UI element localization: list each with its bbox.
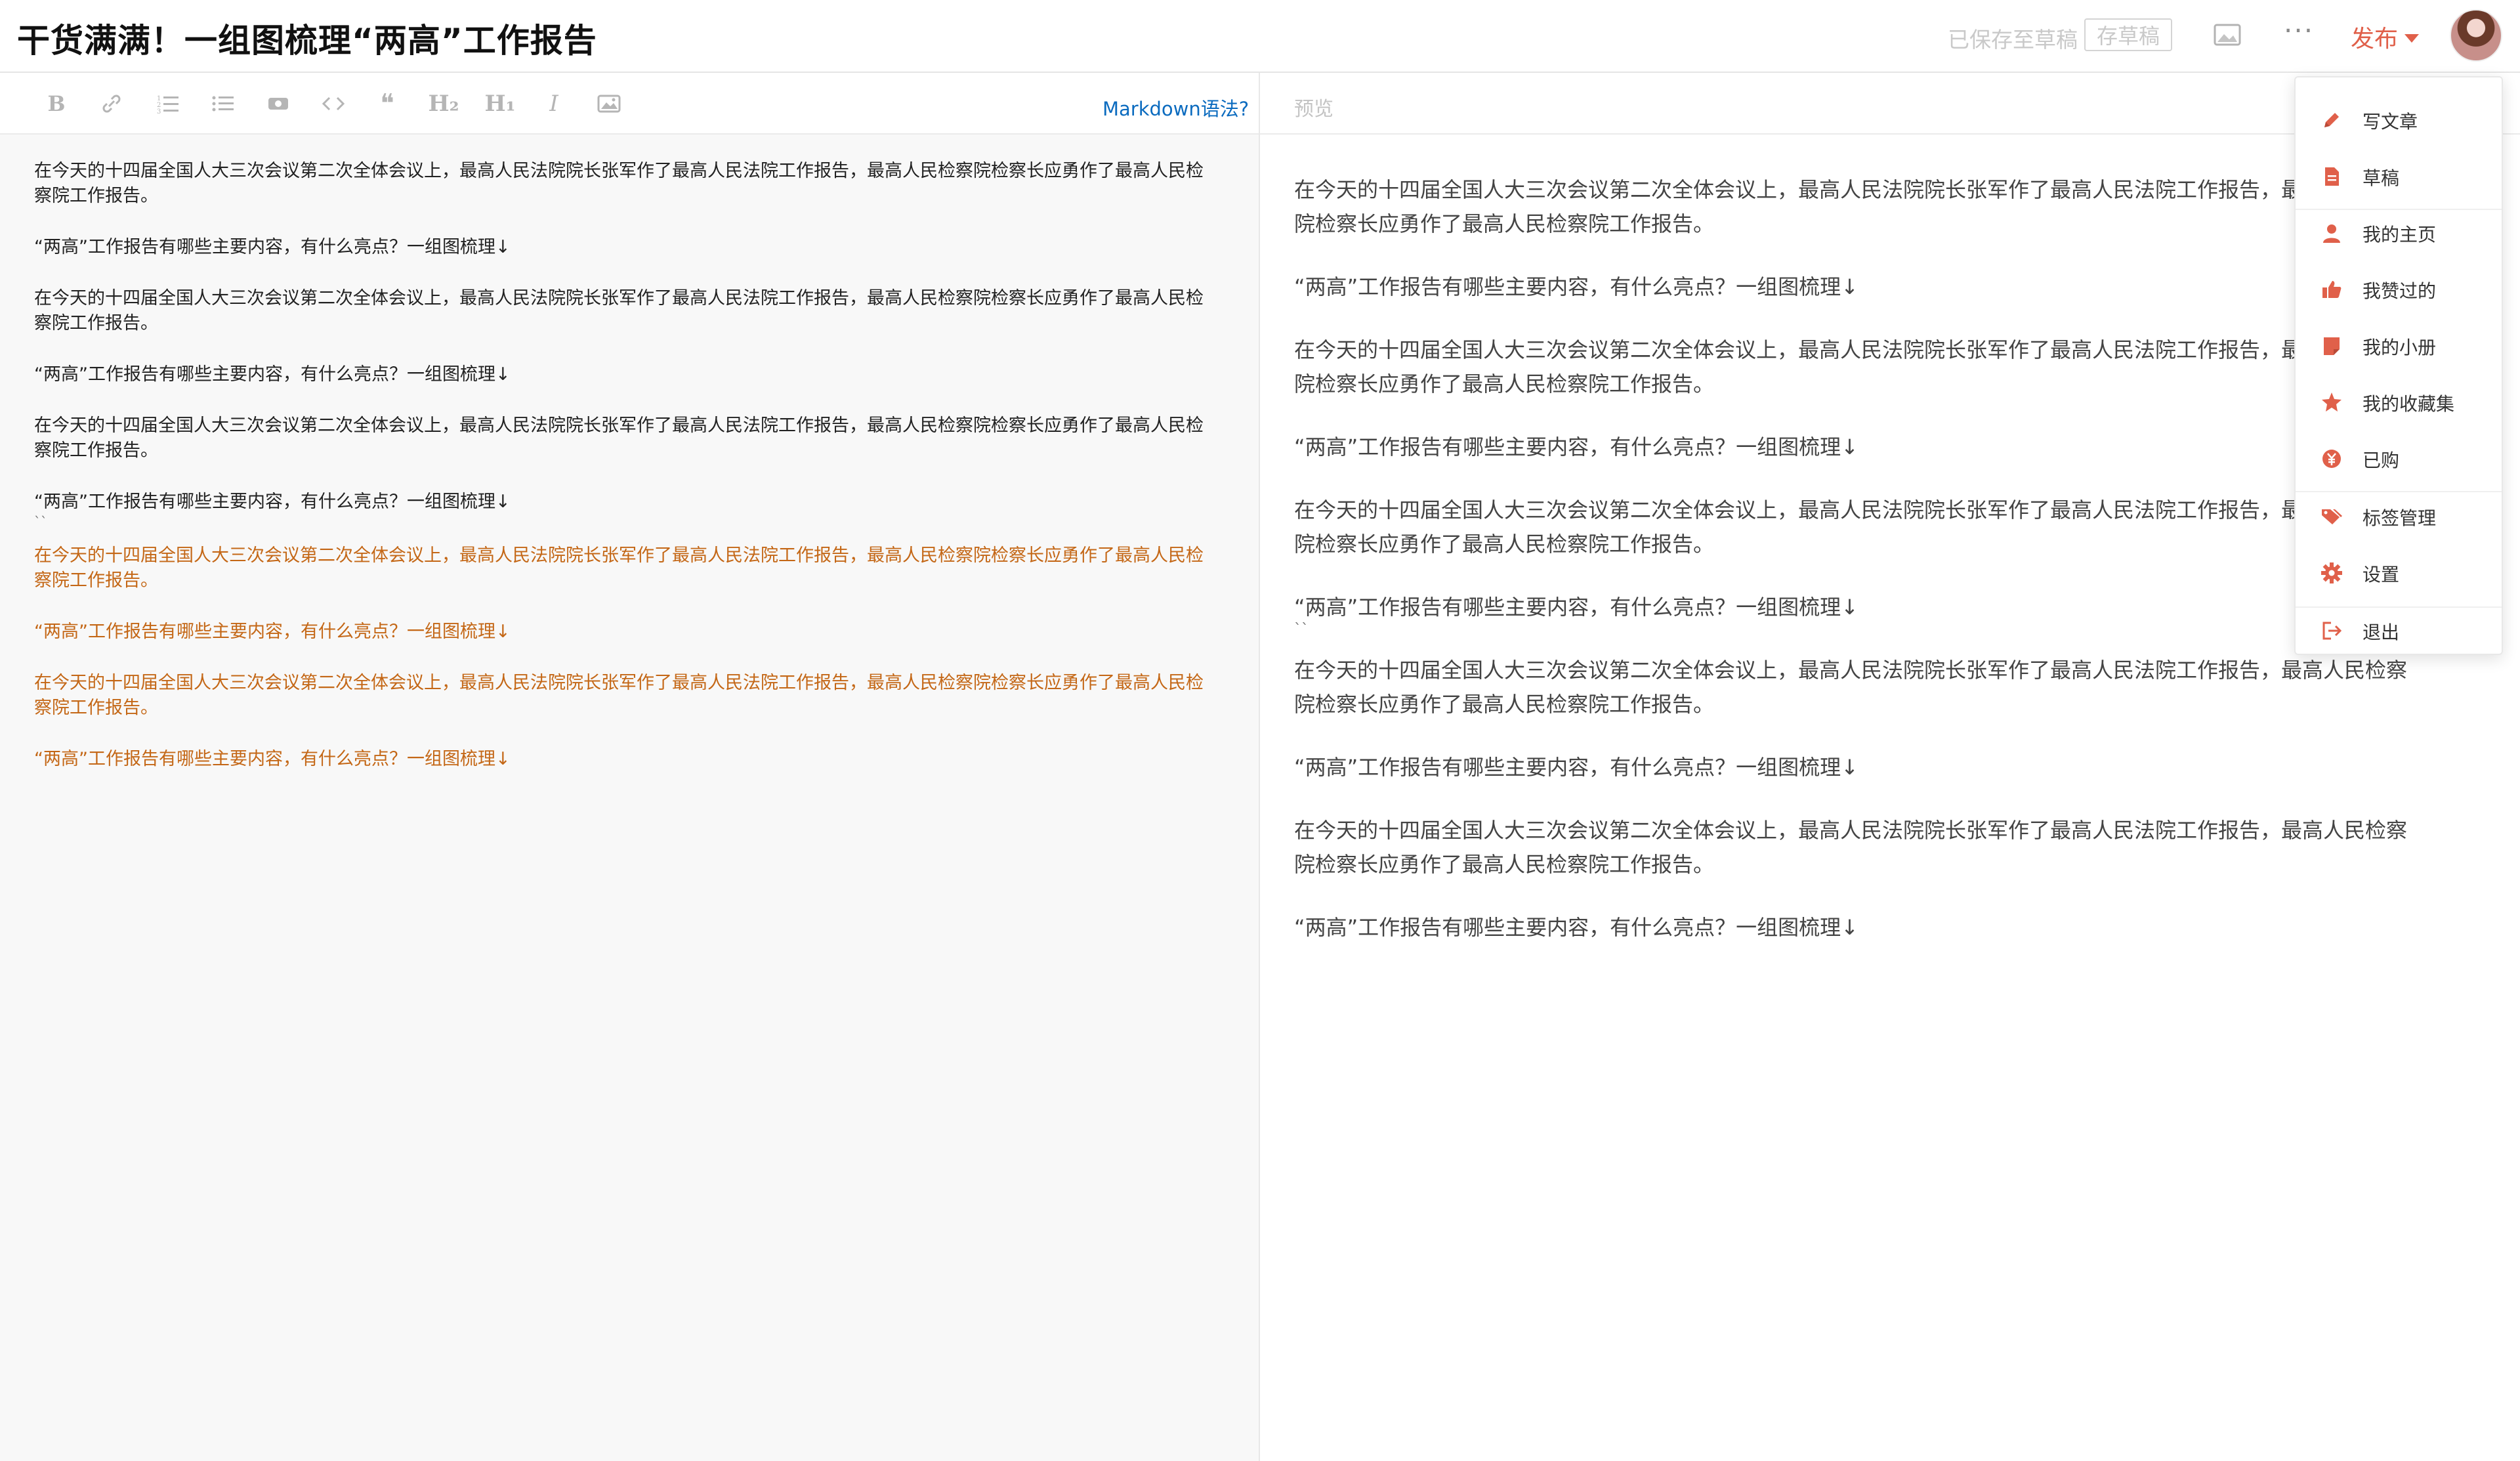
top-header: 干货满满！一组图梳理“两高”工作报告 已保存至草稿 存草稿 ··· 发布 (0, 0, 2520, 73)
preview-paragraph: “两高”工作报告有哪些主要内容，有什么亮点？一组图梳理↓ (1294, 274, 1858, 299)
svg-text:3: 3 (157, 108, 161, 116)
image-icon[interactable] (591, 87, 627, 120)
preview-paragraph: 在今天的十四届全国人大三次会议第二次全体会议上，最高人民法院院长张军作了最高人民… (1294, 337, 2408, 396)
logout-icon (2322, 622, 2342, 640)
pencil-icon (2324, 113, 2339, 127)
publish-label: 发布 (2351, 26, 2399, 53)
preview-content: 在今天的十四届全国人大三次会议第二次全体会议上，最高人民法院院长张军作了最高人民… (1294, 173, 2423, 973)
bold-icon[interactable]: B (38, 87, 75, 120)
editor-toolbar: B 123 ❝ H₂ H₁ I Markdown语法? (0, 73, 1259, 135)
user-icon (2323, 224, 2340, 243)
menu-item-my-homepage[interactable]: 我的主页 (2296, 210, 2502, 256)
user-dropdown-menu: 写文章 草稿 我的主页 我赞过的 我的小册 我的收藏集 已购 标签管理 设置 退… (2294, 76, 2503, 655)
italic-icon[interactable]: I (536, 87, 572, 120)
unordered-list-icon[interactable] (205, 87, 242, 120)
menu-item-label: 设置 (2362, 564, 2400, 585)
editor-paragraph-highlighted: 在今天的十四届全国人大三次会议第二次全体会议上，最高人民法院院长张军作了最高人民… (34, 545, 1204, 591)
markdown-editor-pane: B 123 ❝ H₂ H₁ I Markdown语法? 在今天的十四届全国人大三… (0, 73, 1260, 1461)
editor-backtick-mark: `` (34, 514, 47, 530)
menu-item-label: 我的收藏集 (2362, 393, 2455, 415)
thumbs-up-icon (2322, 281, 2342, 298)
menu-item-settings[interactable]: 设置 (2296, 550, 2502, 596)
editor-paragraph: 在今天的十四届全国人大三次会议第二次全体会议上，最高人民法院院长张军作了最高人民… (34, 415, 1204, 461)
quote-icon[interactable]: ❝ (369, 87, 406, 120)
booklet-icon (2324, 337, 2340, 355)
ordered-list-icon[interactable]: 123 (150, 87, 186, 120)
chevron-down-icon (2404, 33, 2420, 43)
star-icon (2322, 392, 2342, 412)
save-draft-button[interactable]: 存草稿 (2084, 18, 2172, 51)
menu-item-tag-management[interactable]: 标签管理 (2296, 494, 2502, 540)
menu-item-label: 我的小册 (2362, 337, 2437, 358)
editor-paragraph: “两高”工作报告有哪些主要内容，有什么亮点？一组图梳理↓ (34, 492, 511, 512)
menu-item-label: 我的主页 (2362, 224, 2437, 245)
preview-label: 预览 (1294, 98, 1334, 121)
image-upload-icon[interactable] (2214, 24, 2241, 46)
menu-item-write-article[interactable]: 写文章 (2296, 97, 2502, 143)
preview-backtick-mark: `` (1294, 622, 1309, 638)
markdown-textarea[interactable]: 在今天的十四届全国人大三次会议第二次全体会议上，最高人民法院院长张军作了最高人民… (34, 159, 1215, 798)
menu-item-label: 草稿 (2362, 167, 2400, 189)
avatar[interactable] (2450, 9, 2502, 62)
heading-2-icon[interactable]: H₂ (425, 87, 462, 120)
menu-item-liked[interactable]: 我赞过的 (2296, 266, 2502, 312)
code-icon[interactable] (315, 87, 352, 120)
menu-item-logout[interactable]: 退出 (2296, 608, 2502, 654)
preview-paragraph: “两高”工作报告有哪些主要内容，有什么亮点？一组图梳理↓ (1294, 755, 1858, 780)
gear-icon (2321, 562, 2342, 583)
menu-item-booklets[interactable]: 我的小册 (2296, 323, 2502, 369)
menu-divider (2296, 491, 2502, 492)
editor-paragraph-highlighted: “两高”工作报告有哪些主要内容，有什么亮点？一组图梳理↓ (34, 749, 511, 769)
menu-item-purchased[interactable]: 已购 (2296, 436, 2502, 482)
preview-paragraph: 在今天的十四届全国人大三次会议第二次全体会议上，最高人民法院院长张军作了最高人民… (1294, 818, 2408, 877)
menu-item-label: 已购 (2362, 450, 2400, 471)
tag-icon (2322, 509, 2342, 524)
menu-item-collections[interactable]: 我的收藏集 (2296, 379, 2502, 425)
editor-paragraph: 在今天的十四届全国人大三次会议第二次全体会议上，最高人民法院院长张军作了最高人民… (34, 288, 1204, 333)
menu-item-label: 写文章 (2362, 111, 2418, 133)
preview-paragraph: “两高”工作报告有哪些主要内容，有什么亮点？一组图梳理↓ (1294, 595, 1858, 620)
heading-1-icon[interactable]: H₁ (482, 87, 518, 120)
preview-paragraph: “两高”工作报告有哪些主要内容，有什么亮点？一组图梳理↓ (1294, 434, 1858, 459)
saved-status-text: 已保存至草稿 (1948, 27, 2078, 53)
editor-paragraph: 在今天的十四届全国人大三次会议第二次全体会议上，最高人民法院院长张军作了最高人民… (34, 161, 1204, 206)
editor-paragraph: “两高”工作报告有哪些主要内容，有什么亮点？一组图梳理↓ (34, 364, 511, 385)
yuan-coin-icon (2322, 450, 2341, 468)
preview-eye-icon[interactable] (260, 87, 297, 120)
preview-paragraph: 在今天的十四届全国人大三次会议第二次全体会议上，最高人民法院院长张军作了最高人民… (1294, 498, 2408, 557)
editor-paragraph-highlighted: 在今天的十四届全国人大三次会议第二次全体会议上，最高人民法院院长张军作了最高人民… (34, 673, 1204, 718)
editor-paragraph: “两高”工作报告有哪些主要内容，有什么亮点？一组图梳理↓ (34, 237, 511, 257)
menu-item-label: 退出 (2362, 622, 2400, 643)
menu-item-drafts[interactable]: 草稿 (2296, 154, 2502, 200)
article-title[interactable]: 干货满满！一组图梳理“两高”工作报告 (17, 14, 597, 62)
preview-paragraph: “两高”工作报告有哪些主要内容，有什么亮点？一组图梳理↓ (1294, 915, 1858, 940)
menu-item-label: 我赞过的 (2362, 280, 2437, 302)
markdown-syntax-link[interactable]: Markdown语法? (1102, 94, 1249, 121)
draft-document-icon (2325, 167, 2339, 186)
menu-item-label: 标签管理 (2362, 507, 2437, 529)
link-icon[interactable] (93, 87, 130, 120)
publish-button[interactable]: 发布 (2351, 20, 2420, 54)
more-options-icon[interactable]: ··· (2284, 14, 2314, 47)
preview-paragraph: 在今天的十四届全国人大三次会议第二次全体会议上，最高人民法院院长张军作了最高人民… (1294, 177, 2408, 236)
editor-paragraph-highlighted: “两高”工作报告有哪些主要内容，有什么亮点？一组图梳理↓ (34, 622, 511, 642)
preview-paragraph: 在今天的十四届全国人大三次会议第二次全体会议上，最高人民法院院长张军作了最高人民… (1294, 658, 2408, 717)
